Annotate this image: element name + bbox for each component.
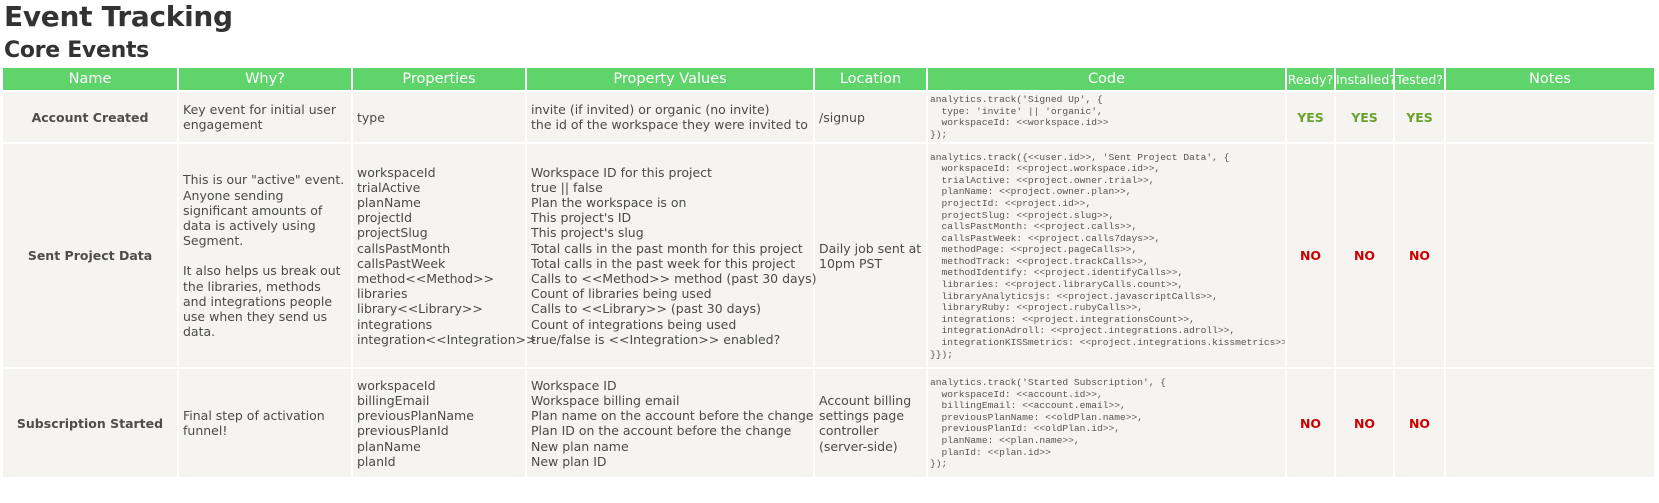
property-value: Count of libraries being used — [531, 286, 712, 302]
property-name: callsPastWeek — [357, 255, 446, 271]
header-row: Name Why? Properties Property Values Loc… — [1, 68, 1656, 92]
ready-status: NO — [1285, 367, 1336, 480]
property-values-cell: invite (if invited) or organic (no invit… — [525, 89, 815, 145]
location-cell: /signup — [813, 89, 928, 145]
header-location[interactable]: Location — [813, 68, 928, 92]
property-value: Count of integrations being used — [531, 316, 737, 332]
property-value: Plan ID on the account before the change — [531, 423, 792, 439]
location-cell: Account billing settings page controller… — [813, 367, 928, 480]
properties-cell: workspaceId trialActive planName projectId p… — [351, 142, 537, 370]
table-row: Sent Project Data This is our "active" ev… — [1, 142, 1656, 370]
property-name: integration<<Integration>> — [357, 331, 537, 347]
why-paragraph: It also helps us break out the libraries… — [183, 263, 341, 340]
property-name: trialActive — [357, 179, 421, 195]
tested-status: NO — [1393, 142, 1446, 370]
property-value: This project's ID — [531, 210, 632, 226]
property-value: This project's slug — [531, 225, 644, 241]
property-name: workspaceId — [357, 377, 436, 393]
property-values-cell: Workspace ID Workspace billing email Plan … — [525, 367, 815, 480]
property-name: workspaceId — [357, 164, 436, 180]
section-title: Core Events — [4, 38, 149, 63]
property-name: projectId — [357, 210, 413, 226]
property-name: library<<Library>> — [357, 301, 483, 317]
property-name: projectSlug — [357, 225, 428, 241]
property-name: previousPlanName — [357, 408, 474, 424]
why-paragraph: Final step of activation funnel! — [183, 408, 325, 439]
property-values-cell: Workspace ID for this project true || fal… — [525, 142, 817, 370]
why-cell: Final step of activation funnel! — [177, 367, 353, 480]
event-name-cell: Sent Project Data — [1, 142, 179, 370]
property-name: integrations — [357, 316, 433, 332]
property-name: type — [357, 109, 385, 125]
page-title: Event Tracking — [4, 0, 233, 33]
why-paragraph: Key event for initial user engagement — [183, 101, 336, 133]
why-cell: Key event for initial user engagement — [177, 89, 353, 145]
tested-status: NO — [1393, 367, 1446, 480]
property-name: billingEmail — [357, 392, 430, 408]
why-cell: This is our "active" event. Anyone sendi… — [177, 142, 353, 370]
notes-cell[interactable] — [1444, 367, 1656, 480]
event-name-cell: Account Created — [1, 89, 179, 145]
location-cell: Daily job sent at 10pm PST — [813, 142, 928, 370]
property-value: the id of the workspace they were invite… — [531, 117, 808, 133]
code-cell: analytics.track('Signed Up', { type: 'in… — [926, 89, 1287, 145]
notes-cell[interactable] — [1444, 142, 1656, 370]
events-table: Name Why? Properties Property Values Loc… — [1, 68, 1656, 480]
header-property-values[interactable]: Property Values — [525, 68, 815, 92]
header-installed[interactable]: Installed? — [1334, 68, 1396, 92]
property-value: true/false is <<Integration>> enabled? — [531, 331, 781, 347]
event-name-cell: Subscription Started — [1, 367, 179, 480]
ready-status: YES — [1285, 89, 1336, 145]
property-value: Plan the workspace is on — [531, 195, 687, 211]
property-value: New plan ID — [531, 453, 607, 469]
header-code[interactable]: Code — [926, 68, 1287, 92]
table-row: Subscription Started Final step of activa… — [1, 367, 1656, 480]
installed-status: YES — [1334, 89, 1395, 145]
property-name: planName — [357, 438, 421, 454]
table-row: Account Created Key event for initial use… — [1, 89, 1656, 145]
property-value: Calls to <<Library>> (past 30 days) — [531, 301, 762, 317]
property-value: Workspace ID for this project — [531, 164, 712, 180]
property-name: callsPastMonth — [357, 240, 451, 256]
header-ready[interactable]: Ready? — [1285, 68, 1336, 92]
ready-status: NO — [1285, 142, 1336, 370]
notes-cell[interactable] — [1444, 89, 1656, 145]
property-value: New plan name — [531, 438, 629, 454]
header-notes[interactable]: Notes — [1444, 68, 1656, 92]
installed-status: NO — [1334, 142, 1395, 370]
property-name: previousPlanId — [357, 423, 449, 439]
property-value: Calls to <<Method>> method (past 30 days… — [531, 271, 817, 287]
property-value: invite (if invited) or organic (no invit… — [531, 101, 770, 117]
tested-status: YES — [1393, 89, 1446, 145]
property-name: method<<Method>> — [357, 271, 495, 287]
header-name[interactable]: Name — [1, 68, 179, 92]
header-properties[interactable]: Properties — [351, 68, 527, 92]
property-name: libraries — [357, 286, 408, 302]
header-why[interactable]: Why? — [177, 68, 353, 92]
code-cell: analytics.track({<<user.id>>, 'Sent Proj… — [926, 142, 1287, 370]
header-tested[interactable]: Tested? — [1393, 68, 1446, 92]
property-name: planName — [357, 195, 421, 211]
code-cell: analytics.track('Started Subscription', … — [926, 367, 1287, 480]
why-paragraph: This is our "active" event. Anyone sendi… — [183, 172, 345, 249]
property-name: planId — [357, 453, 396, 469]
property-value: Workspace ID — [531, 377, 617, 393]
installed-status: NO — [1334, 367, 1395, 480]
property-value: Total calls in the past month for this p… — [531, 240, 803, 256]
property-value: Workspace billing email — [531, 392, 680, 408]
properties-cell: type — [351, 89, 527, 145]
properties-cell: workspaceId billingEmail previousPlanName p… — [351, 367, 527, 480]
property-value: true || false — [531, 179, 603, 195]
property-value: Total calls in the past week for this pr… — [531, 255, 796, 271]
property-value: Plan name on the account before the chan… — [531, 408, 814, 424]
